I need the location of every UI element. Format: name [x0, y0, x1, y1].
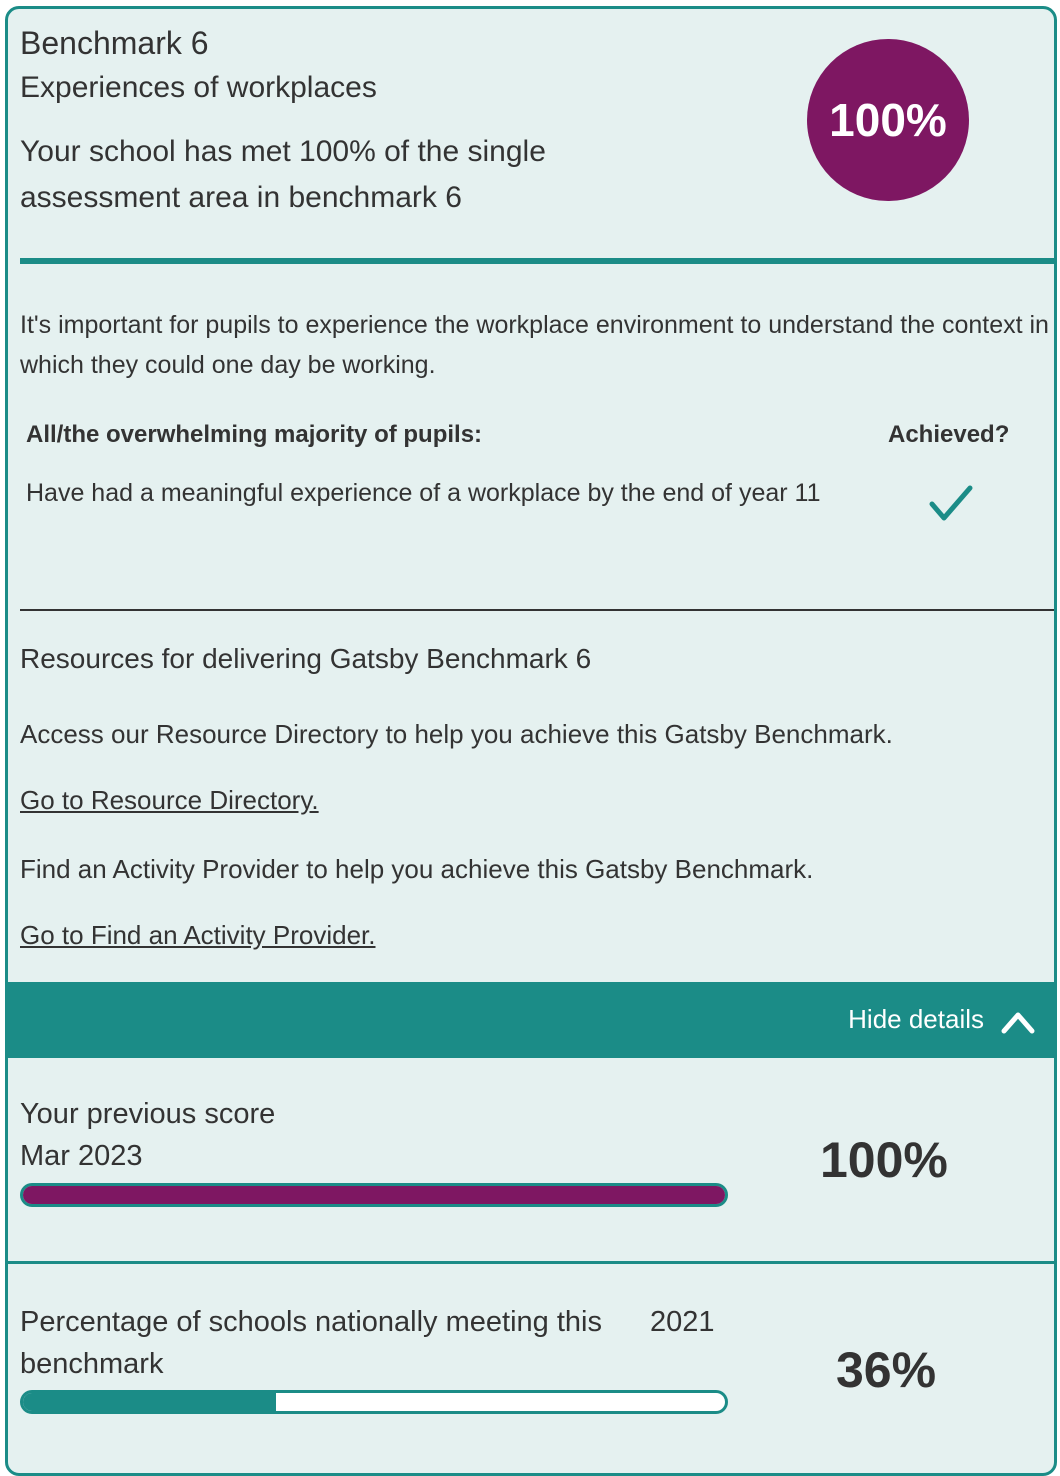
previous-score-value: 100% — [820, 1132, 948, 1188]
criterion-text: Have had a meaningful experience of a wo… — [26, 479, 821, 507]
previous-score-bar-fill — [23, 1186, 725, 1204]
resource-directory-link[interactable]: Go to Resource Directory. — [20, 783, 319, 817]
previous-score-label: Your previous score Mar 2023 — [20, 1093, 275, 1177]
previous-score-title: Your previous score — [20, 1098, 276, 1130]
intro-text: It's important for pupils to experience … — [20, 311, 1049, 379]
previous-score-bar — [20, 1183, 728, 1207]
previous-score-date: Mar 2023 — [20, 1140, 143, 1172]
hide-details-toggle[interactable]: Hide details — [8, 982, 1054, 1058]
hide-details-label: Hide details — [848, 1004, 984, 1034]
national-value: 36% — [836, 1342, 937, 1398]
national-year: 2021 — [650, 1306, 715, 1338]
score-circle: 100% — [807, 39, 969, 201]
national-bar-fill — [23, 1393, 276, 1411]
national-label: Percentage of schools nationally meeting… — [20, 1306, 602, 1380]
criteria-header: All/the overwhelming majority of pupils: — [26, 421, 483, 448]
resources-divider — [20, 609, 1054, 611]
resources-title: Resources for delivering Gatsby Benchmar… — [20, 643, 592, 674]
benchmark-card: Benchmark 6 Experiences of workplaces Yo… — [5, 6, 1057, 1476]
national-bar — [20, 1390, 728, 1414]
achieved-header: Achieved? — [888, 421, 1010, 448]
benchmark-summary: Your school has met 100% of the single a… — [20, 135, 546, 214]
resource-directory-text: Access our Resource Directory to help yo… — [20, 719, 893, 749]
chevron-up-icon — [1001, 1012, 1035, 1034]
national-divider — [8, 1261, 1054, 1264]
section-divider — [20, 258, 1054, 264]
benchmark-subtitle: Experiences of workplaces — [20, 71, 377, 104]
checkmark-icon — [929, 485, 973, 521]
benchmark-title: Benchmark 6 — [20, 25, 209, 61]
activity-provider-link[interactable]: Go to Find an Activity Provider. — [20, 918, 376, 952]
activity-provider-text: Find an Activity Provider to help you ac… — [20, 854, 814, 884]
